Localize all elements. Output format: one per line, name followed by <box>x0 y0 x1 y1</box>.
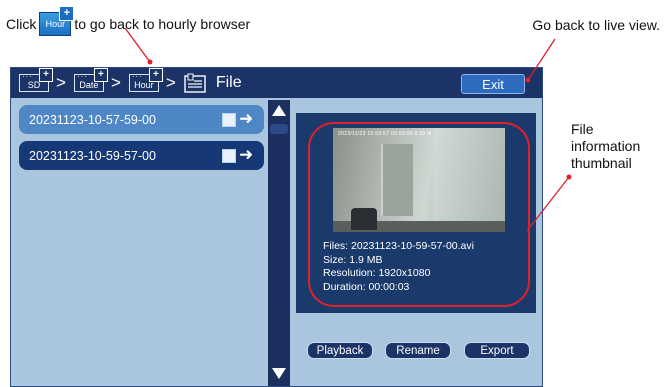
file-callout-dot <box>566 174 572 180</box>
breadcrumb-separator: > <box>110 73 121 92</box>
click-hour-annotation: Click Hour + to go back to hourly browse… <box>6 6 251 36</box>
plus-icon: + <box>59 6 75 21</box>
dots-icon: ··· <box>22 72 33 81</box>
arrow-right-icon[interactable]: ➜ <box>239 109 253 129</box>
breadcrumb-separator: > <box>56 73 66 92</box>
dots-icon: ··· <box>131 72 143 81</box>
breadcrumb-separator: > <box>165 73 176 92</box>
dots-icon: ··· <box>76 72 88 81</box>
arrow-right-icon[interactable]: ➜ <box>239 145 253 165</box>
list-item[interactable]: 20231123-10-59-57-00 ➜ <box>19 141 264 170</box>
file-checkbox[interactable] <box>222 149 236 163</box>
scroll-down-icon[interactable] <box>270 364 288 382</box>
file-name: 20231123-10-57-59-00 <box>29 112 156 127</box>
file-info-annotation: File information thumbnail <box>571 121 641 171</box>
file-list-icon <box>184 73 206 93</box>
page-title: File <box>215 74 242 91</box>
file-browser-screen: ··· SD + > ··· Date + > ··· Hour + > Fil… <box>10 67 543 387</box>
hour-callout-dot <box>147 59 153 65</box>
top-bar: ··· SD + > ··· Date + > ··· Hour + > Fil… <box>11 68 542 98</box>
plus-icon: + <box>39 68 53 82</box>
highlight-ring <box>308 122 530 307</box>
plus-icon: + <box>148 68 163 82</box>
hour-chip-icon: Hour + <box>39 6 75 36</box>
breadcrumb-hour[interactable]: ··· Hour + <box>128 68 163 92</box>
live-view-annotation: Go back to live view. <box>532 17 660 33</box>
click-suffix-text: to go back to hourly browser <box>74 15 251 32</box>
file-name: 20231123-10-59-57-00 <box>29 148 156 163</box>
exit-button[interactable]: Exit <box>461 74 525 94</box>
scroll-thumb[interactable] <box>270 124 288 134</box>
scroll-up-icon[interactable] <box>270 102 288 120</box>
plus-icon: + <box>93 68 108 82</box>
list-item[interactable]: 20231123-10-57-59-00 ➜ <box>19 105 264 134</box>
breadcrumb-sd[interactable]: ··· SD + <box>19 68 53 92</box>
breadcrumb-date[interactable]: ··· Date + <box>73 68 108 92</box>
export-button[interactable]: Export <box>464 342 530 359</box>
scrollbar[interactable] <box>268 100 290 386</box>
file-checkbox[interactable] <box>222 113 236 127</box>
click-prefix-text: Click <box>6 15 37 32</box>
file-list: 20231123-10-57-59-00 ➜ 20231123-10-59-57… <box>19 105 264 177</box>
rename-button[interactable]: Rename <box>385 342 451 359</box>
playback-button[interactable]: Playback <box>307 342 373 359</box>
